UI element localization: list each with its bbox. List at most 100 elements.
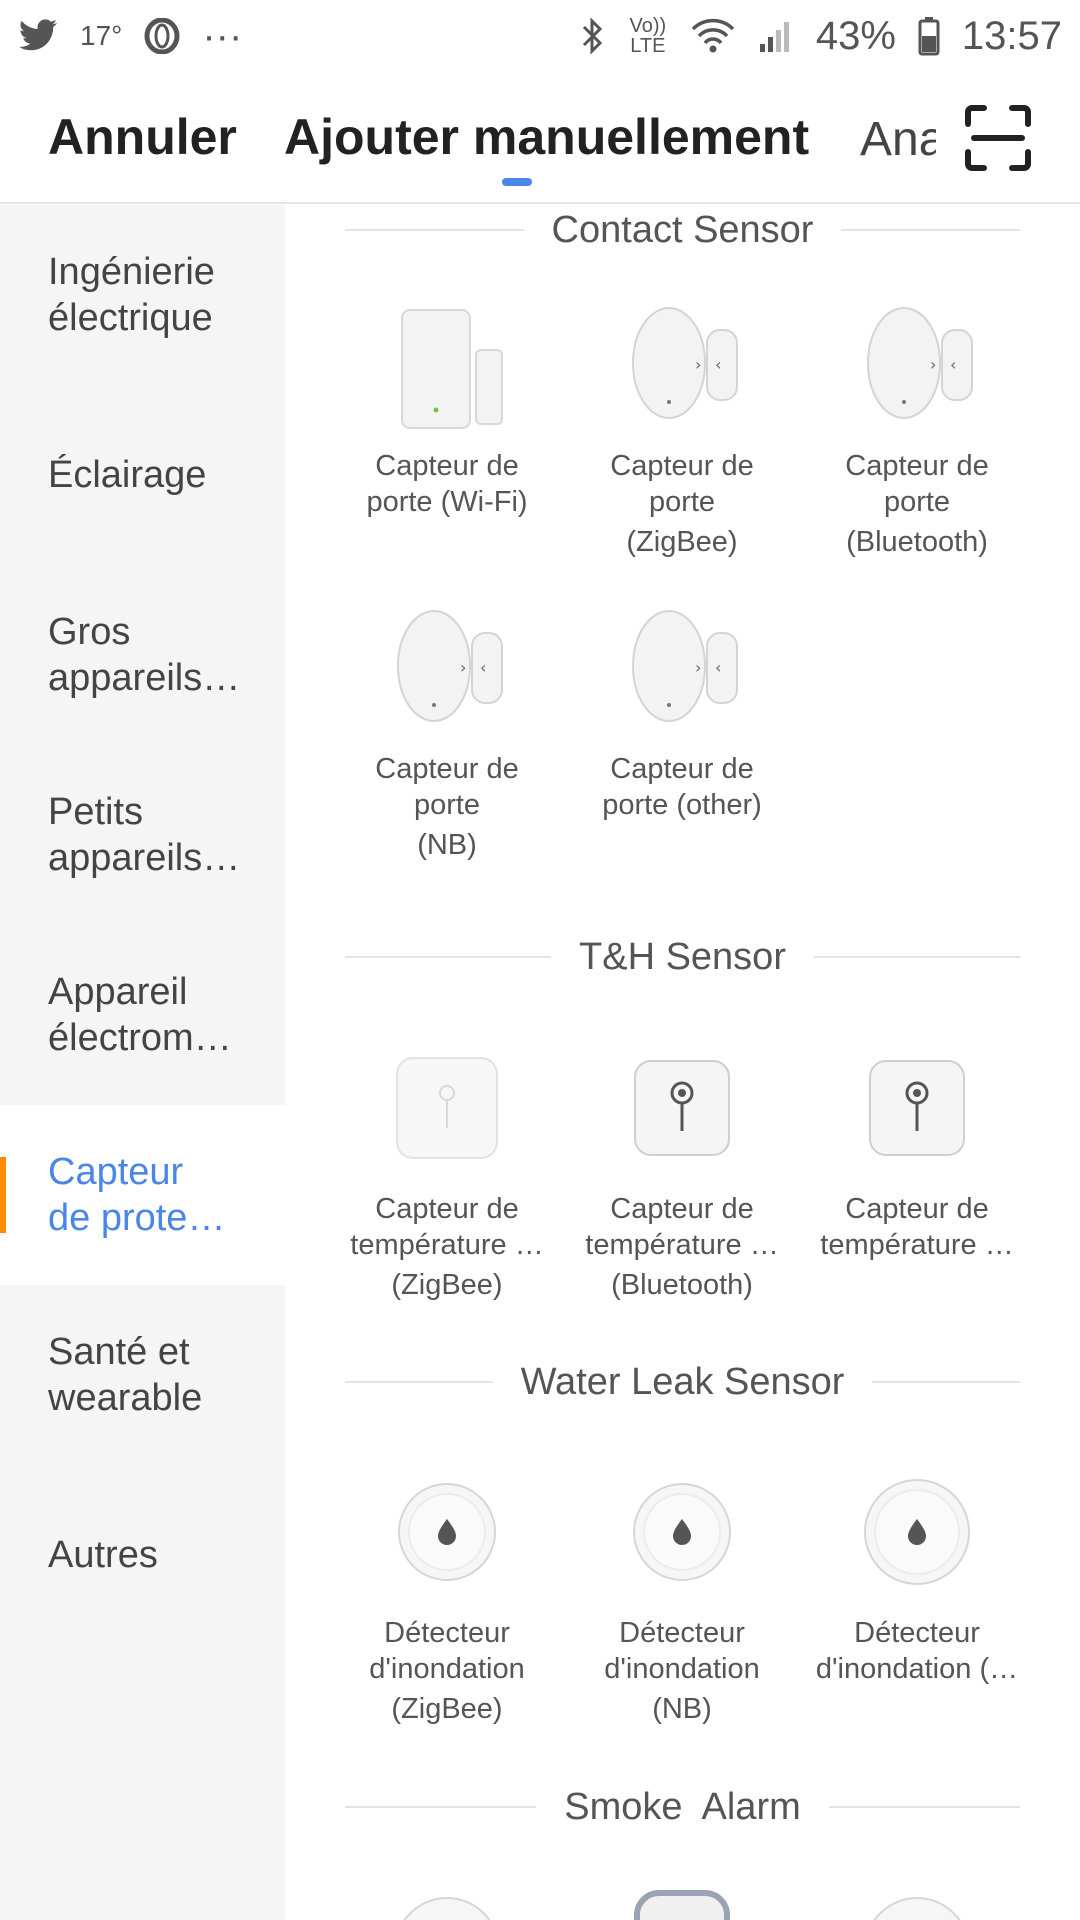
section-header-smoke-alarm: Smoke Alarm	[345, 1782, 1020, 1832]
device-water-leak-nb[interactable]: Détecteur d'inondation (NB)	[557, 1467, 807, 1727]
device-name: Capteur de	[845, 1193, 989, 1225]
scan-qr-icon[interactable]	[964, 104, 1032, 172]
door-sensor-icon: › ‹	[852, 300, 982, 430]
sidebar-item-label: Éclairage	[48, 454, 207, 496]
device-door-sensor-other[interactable]: › ‹ Capteur de porte (other)	[557, 603, 807, 823]
wifi-icon	[691, 18, 735, 53]
device-name: porte	[648, 486, 716, 518]
device-name: porte	[883, 486, 951, 518]
sidebar-item-label: Autres	[48, 1534, 158, 1576]
device-name: Détecteur	[384, 1617, 510, 1649]
device-name: Capteur de	[845, 450, 989, 482]
device-door-sensor-bluetooth[interactable]: › ‹ Capteur de porte (Bluetooth)	[792, 300, 1042, 560]
svg-text:›: ›	[930, 355, 936, 374]
device-water-leak-other[interactable]: Détecteur d'inondation (…	[792, 1467, 1042, 1687]
signal-icon	[759, 22, 789, 52]
device-name: température …	[585, 1229, 779, 1261]
sidebar-item-sante-wearable[interactable]: Santé et wearable	[0, 1285, 285, 1465]
device-name: (NB)	[417, 829, 477, 861]
device-name: (Bluetooth)	[611, 1269, 753, 1301]
device-name: Détecteur	[854, 1617, 980, 1649]
section-title: Contact Sensor	[551, 208, 814, 251]
top-navigation: Annuler Ajouter manuellement Analyser	[0, 72, 1080, 204]
water-drop-sensor-icon	[617, 1467, 747, 1597]
device-name: (ZigBee)	[391, 1269, 503, 1301]
sidebar-item-label: Ingénierie	[48, 251, 215, 293]
svg-text:‹: ‹	[715, 658, 721, 677]
device-temperature-sensor-bluetooth[interactable]: Capteur de température … (Bluetooth)	[557, 1043, 807, 1303]
device-name: d'inondation (…	[815, 1653, 1019, 1685]
device-name: température …	[820, 1229, 1014, 1261]
sidebar-item-autres[interactable]: Autres	[0, 1465, 285, 1645]
device-name: Capteur de	[610, 450, 754, 482]
device-door-sensor-nb[interactable]: › ‹ Capteur de porte (NB)	[322, 603, 572, 863]
section-header-contact-sensor: Contact Sensor	[345, 205, 1020, 255]
device-name: Capteur de	[610, 753, 754, 785]
section-title: Water Leak Sensor	[520, 1360, 845, 1403]
section-header-th-sensor: T&H Sensor	[345, 932, 1020, 982]
battery-percentage: 43%	[815, 13, 896, 58]
device-name: Détecteur	[619, 1617, 745, 1649]
battery-icon	[918, 17, 940, 56]
sidebar-item-label: appareils…	[48, 837, 241, 879]
device-name: (ZigBee)	[391, 1693, 503, 1725]
door-sensor-icon	[382, 300, 512, 430]
sidebar-item-label: Capteur	[48, 1151, 184, 1193]
cancel-button[interactable]: Annuler	[48, 108, 237, 166]
device-name: porte (other)	[602, 789, 762, 821]
device-temperature-sensor-other[interactable]: Capteur de température …	[792, 1043, 1042, 1263]
sidebar-item-label: de prote…	[48, 1197, 226, 1239]
smoke-alarm-icon	[617, 1885, 747, 1920]
opera-icon	[144, 18, 180, 54]
section-title: Smoke Alarm	[564, 1785, 801, 1828]
sidebar-item-label: Santé et	[48, 1331, 190, 1373]
tab-add-manually[interactable]: Ajouter manuellement	[284, 108, 809, 166]
device-smoke-alarm-partial[interactable]	[792, 1885, 1042, 1920]
device-smoke-alarm-partial[interactable]	[322, 1885, 572, 1920]
device-name: Capteur de	[375, 753, 519, 785]
clock: 13:57	[961, 13, 1062, 58]
svg-text:›: ›	[695, 355, 701, 374]
sidebar-item-petits-appareils[interactable]: Petits appareils…	[0, 745, 285, 925]
sidebar-item-capteur-protection[interactable]: Capteur de prote…	[0, 1105, 285, 1285]
sidebar-item-eclairage[interactable]: Éclairage	[0, 385, 285, 565]
device-door-sensor-zigbee[interactable]: › ‹ Capteur de porte (ZigBee)	[557, 300, 807, 560]
door-sensor-icon: › ‹	[382, 603, 512, 733]
device-name: (NB)	[652, 1693, 712, 1725]
sidebar-item-appareil-electromenager[interactable]: Appareil électrom…	[0, 925, 285, 1105]
sidebar-item-gros-appareils[interactable]: Gros appareils…	[0, 565, 285, 745]
sidebar-item-label: Appareil	[48, 971, 188, 1013]
door-sensor-icon: › ‹	[617, 603, 747, 733]
device-name: d'inondation	[604, 1653, 760, 1685]
device-name: Capteur de	[610, 1193, 754, 1225]
bluetooth-icon	[582, 17, 602, 55]
sidebar-item-label: Gros	[48, 611, 131, 653]
device-name: (ZigBee)	[626, 526, 738, 558]
section-header-water-leak-sensor: Water Leak Sensor	[345, 1357, 1020, 1407]
tab-scan[interactable]: Analyser	[860, 112, 936, 167]
water-drop-sensor-icon	[382, 1467, 512, 1597]
door-sensor-icon: › ‹	[617, 300, 747, 430]
svg-text:‹: ‹	[950, 355, 956, 374]
device-water-leak-zigbee[interactable]: Détecteur d'inondation (ZigBee)	[322, 1467, 572, 1727]
sidebar-item-ingenierie-electrique[interactable]: Ingénierie électrique	[0, 205, 285, 385]
device-name: porte (Wi-Fi)	[366, 486, 528, 518]
sidebar-item-label: électrique	[48, 297, 213, 339]
volte-indicator: Vo)) LTE	[629, 15, 667, 57]
thermometer-sensor-icon	[617, 1043, 747, 1173]
smoke-alarm-icon	[382, 1885, 512, 1920]
more-notifications: ···	[202, 13, 243, 58]
status-bar: 17° ··· Vo)) LTE 43% 13:57	[0, 0, 1080, 72]
svg-text:›: ›	[460, 658, 466, 677]
svg-text:›: ›	[695, 658, 701, 677]
weather-temperature: 17°	[80, 20, 123, 51]
device-door-sensor-wifi[interactable]: Capteur de porte (Wi-Fi)	[322, 300, 572, 520]
device-temperature-sensor-zigbee[interactable]: Capteur de température … (ZigBee)	[322, 1043, 572, 1303]
device-name: porte	[413, 789, 481, 821]
category-sidebar: Ingénierie électrique Éclairage Gros appar…	[0, 205, 285, 1920]
svg-text:‹: ‹	[715, 355, 721, 374]
device-smoke-alarm-partial[interactable]	[557, 1885, 807, 1920]
sidebar-item-label: Petits	[48, 791, 144, 833]
smoke-alarm-icon	[852, 1885, 982, 1920]
sidebar-item-label: wearable	[48, 1377, 203, 1419]
